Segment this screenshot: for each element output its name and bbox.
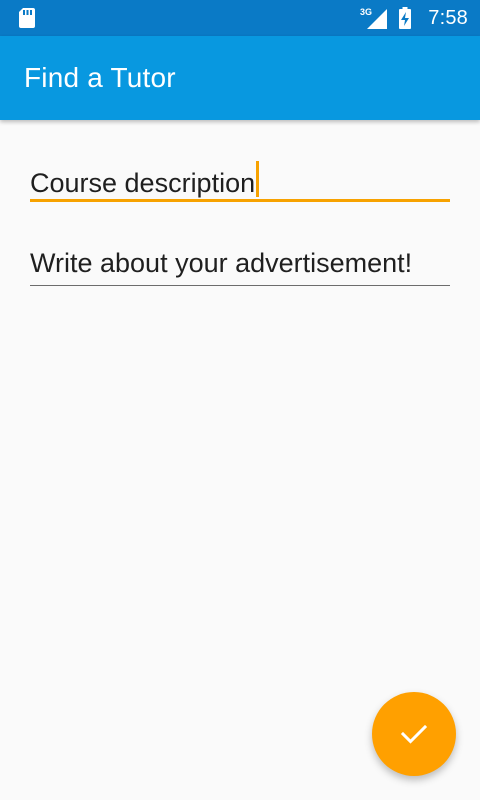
status-time: 7:58: [428, 7, 468, 29]
advertisement-placeholder: Write about your advertisement!: [30, 248, 413, 278]
course-description-value: Course description: [30, 168, 256, 198]
submit-fab-button[interactable]: [372, 692, 456, 776]
battery-charging-icon: [399, 7, 412, 29]
text-cursor: [256, 161, 260, 197]
page-title: Find a Tutor: [24, 62, 176, 93]
svg-text:3G: 3G: [360, 7, 372, 17]
signal-icon: 3G: [360, 7, 388, 29]
status-bar: 3G 7:58: [0, 0, 480, 36]
checkmark-icon: [400, 724, 428, 744]
course-description-field[interactable]: Course description: [30, 158, 450, 202]
app-bar: Find a Tutor: [0, 36, 480, 120]
sd-card-icon: [19, 8, 35, 28]
advertisement-field[interactable]: Write about your advertisement!: [30, 242, 450, 286]
